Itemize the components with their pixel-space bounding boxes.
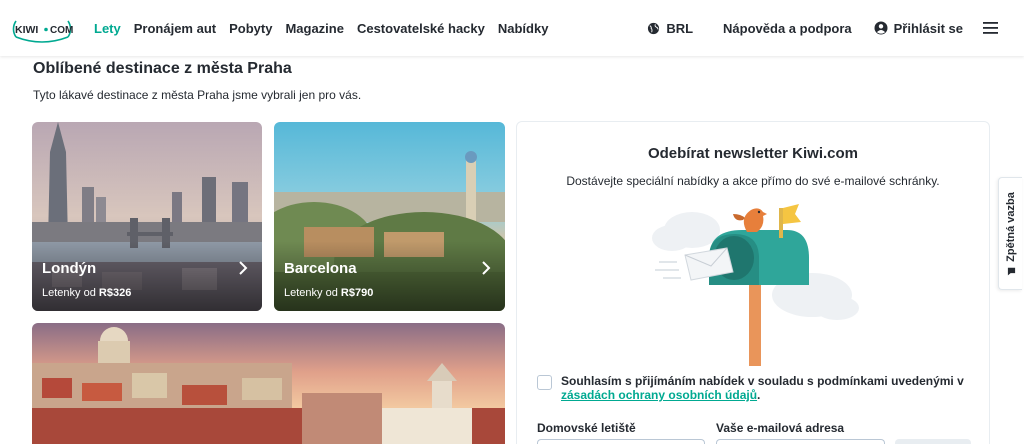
newsletter-title: Odebírat newsletter Kiwi.com bbox=[647, 145, 859, 162]
home-airport-input[interactable] bbox=[537, 439, 705, 444]
speech-bubble-icon bbox=[1006, 267, 1015, 275]
nav-item-deals[interactable]: Nabídky bbox=[498, 21, 549, 36]
lisbon-image bbox=[32, 323, 505, 444]
consent-text: Souhlasím s přijímáním nabídek v souladu… bbox=[561, 374, 967, 402]
consent-row: Souhlasím s přijímáním nabídek v souladu… bbox=[537, 374, 967, 402]
card-price-value: R$790 bbox=[340, 287, 374, 299]
privacy-policy-link[interactable]: zásadách ochrany osobních údajů bbox=[561, 388, 757, 402]
email-label: Vaše e-mailová adresa bbox=[716, 421, 845, 435]
chevron-right-icon bbox=[239, 261, 248, 275]
destination-card-barcelona[interactable]: Barcelona Letenky od R$790 bbox=[274, 122, 505, 311]
consent-label: Souhlasím s přijímáním nabídek v souladu… bbox=[561, 374, 964, 388]
nav-item-car-rental[interactable]: Pronájem aut bbox=[134, 21, 216, 36]
consent-checkbox[interactable] bbox=[537, 375, 552, 390]
card-price-row: Letenky od R$326 bbox=[42, 287, 131, 299]
hamburger-icon bbox=[983, 22, 998, 34]
header-right: BRL Nápověda a podpora Přihlásit se bbox=[647, 0, 1004, 56]
destination-card-london[interactable]: Londýn Letenky od R$326 bbox=[32, 122, 262, 311]
currency-label: BRL bbox=[666, 20, 694, 36]
help-label: Nápověda a podpora bbox=[723, 20, 852, 36]
kiwi-logo[interactable]: KIWI COM bbox=[10, 13, 76, 45]
subscribe-button[interactable] bbox=[895, 439, 971, 444]
card-price-prefix: Letenky od bbox=[42, 287, 96, 299]
home-airport-label: Domovské letiště bbox=[537, 421, 636, 435]
user-icon bbox=[874, 21, 888, 35]
destination-card-lisbon[interactable] bbox=[32, 323, 505, 444]
nav-item-magazine[interactable]: Magazine bbox=[285, 21, 344, 36]
email-input[interactable] bbox=[716, 439, 885, 444]
newsletter-panel: Odebírat newsletter Kiwi.com Dostávejte … bbox=[516, 121, 990, 444]
card-price-value: R$326 bbox=[98, 287, 132, 299]
section-title: Oblíbené destinace z města Praha bbox=[33, 60, 292, 77]
card-city-name: Londýn bbox=[42, 260, 97, 277]
main-nav: Lety Pronájem aut Pobyty Magazine Cestov… bbox=[94, 0, 548, 56]
currency-button[interactable]: BRL bbox=[647, 21, 693, 36]
feedback-content: Zpětná vazba bbox=[1005, 192, 1017, 276]
card-price-row: Letenky od R$790 bbox=[284, 287, 373, 299]
menu-button[interactable] bbox=[983, 22, 1004, 34]
logo-text-com: COM bbox=[50, 25, 73, 36]
login-label: Přihlásit se bbox=[893, 20, 963, 36]
section-subtitle: Tyto lákavé destinace z města Praha jsme… bbox=[33, 88, 362, 102]
globe-icon bbox=[648, 22, 660, 34]
card-price-prefix: Letenky od bbox=[284, 287, 338, 299]
logo-text-kiwi: KIWI bbox=[15, 24, 38, 36]
login-button[interactable]: Přihlásit se bbox=[874, 21, 963, 36]
nav-item-travel-hacks[interactable]: Cestovatelské hacky bbox=[357, 21, 485, 36]
newsletter-subtitle: Dostávejte speciální nabídky a akce přím… bbox=[566, 174, 940, 188]
feedback-label: Zpětná vazba bbox=[1004, 191, 1017, 262]
top-header: KIWI COM Lety Pronájem aut Pobyty Magazi… bbox=[0, 0, 1024, 56]
nav-item-stays[interactable]: Pobyty bbox=[229, 21, 272, 36]
mailbox-illustration-icon bbox=[652, 204, 859, 366]
card-city-name: Barcelona bbox=[284, 260, 357, 277]
help-link[interactable]: Nápověda a podpora bbox=[723, 21, 852, 36]
nav-item-flights[interactable]: Lety bbox=[94, 21, 121, 36]
chevron-right-icon bbox=[482, 261, 491, 275]
feedback-tab[interactable]: Zpětná vazba bbox=[998, 177, 1022, 290]
consent-end: . bbox=[757, 388, 761, 402]
